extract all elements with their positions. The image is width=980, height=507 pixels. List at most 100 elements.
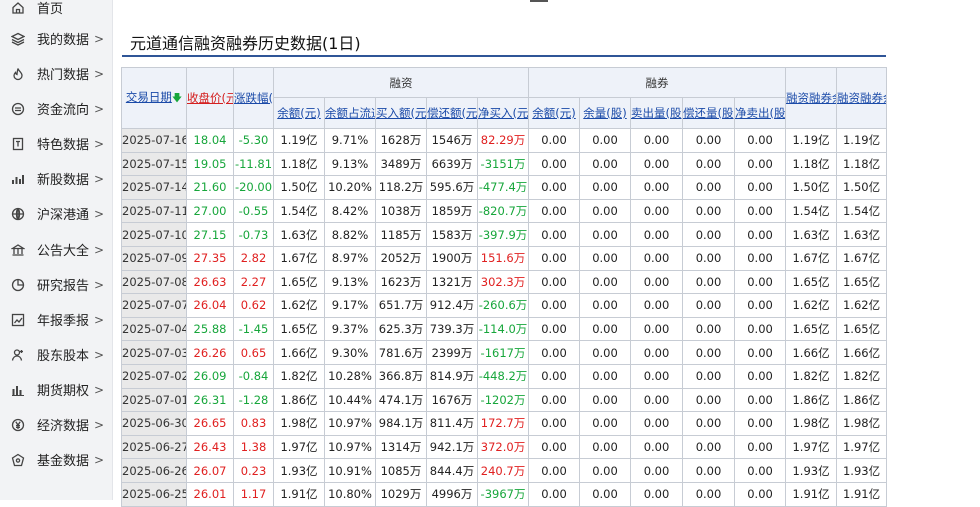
header-rq-net[interactable]: 净卖出(股) bbox=[734, 97, 787, 129]
cell-rz-ratio: 9.13% bbox=[324, 269, 376, 295]
sidebar-item-6[interactable]: 沪深港通 > bbox=[0, 196, 112, 231]
header-rz-repay[interactable]: 偿还额(元) bbox=[426, 97, 478, 129]
chevron-right-icon: > bbox=[94, 312, 105, 327]
cell-change: -1.45 bbox=[233, 316, 274, 342]
chevron-right-icon: > bbox=[94, 171, 105, 186]
sidebar-item-label: 热门数据 bbox=[37, 68, 90, 83]
cell-rz-balance: 1.66亿 bbox=[273, 340, 325, 365]
cell-balance-diff: 1.65亿 bbox=[836, 316, 888, 342]
layers-icon bbox=[11, 32, 25, 46]
header-balance-diff[interactable]: 融资融券余额差值(元) bbox=[836, 67, 888, 129]
sidebar-item-11[interactable]: 期货期权 > bbox=[0, 372, 112, 407]
cell-date: 2025-07-11 bbox=[121, 198, 187, 224]
sidebar-item-label: 特色数据 bbox=[37, 138, 90, 153]
cell-total-balance: 1.65亿 bbox=[785, 316, 838, 342]
cell-rq-repay: 0.00 bbox=[682, 151, 736, 177]
cell-rz-net: -448.2万 bbox=[476, 363, 530, 389]
header-group-securities-lending: 融券 bbox=[528, 67, 787, 98]
yen-icon bbox=[11, 418, 25, 432]
header-group-financing: 融资 bbox=[272, 67, 530, 98]
cell-rz-buy: 2052万 bbox=[375, 245, 427, 271]
cell-rz-net: -260.6万 bbox=[476, 293, 530, 318]
cell-rq-repay: 0.00 bbox=[682, 411, 736, 436]
header-rz-net[interactable]: 净买入(元) bbox=[476, 97, 530, 129]
table-row: 2025-07-08 26.63 2.27 1.65亿 9.13% 1623万 1321万 3… bbox=[121, 269, 888, 295]
cell-rq-net: 0.00 bbox=[734, 387, 787, 413]
cell-change: 0.23 bbox=[233, 458, 274, 483]
cell-rq-balance: 0.00 bbox=[528, 175, 581, 200]
cell-rq-net: 0.00 bbox=[734, 151, 787, 177]
column-chart-icon bbox=[11, 383, 25, 397]
cell-rq-repay: 0.00 bbox=[682, 363, 736, 389]
header-rq-repay[interactable]: 偿还量(股) bbox=[682, 97, 736, 129]
sidebar-item-5[interactable]: 新股数据 > bbox=[0, 161, 112, 196]
header-close[interactable]: 收盘价(元) bbox=[186, 67, 234, 129]
cell-change: 0.65 bbox=[233, 340, 274, 365]
cell-rq-balance: 0.00 bbox=[528, 387, 581, 413]
header-rq-sell[interactable]: 卖出量(股) bbox=[630, 97, 684, 129]
sidebar-item-10[interactable]: 股东股本 > bbox=[0, 337, 112, 372]
table-row: 2025-06-30 26.65 0.83 1.98亿 10.97% 984.1万 811.… bbox=[121, 411, 888, 436]
cell-change: 0.83 bbox=[233, 411, 274, 436]
cell-rz-buy: 625.3万 bbox=[375, 316, 427, 342]
sidebar-item-2[interactable]: 热门数据 > bbox=[0, 56, 112, 91]
cell-close: 26.43 bbox=[186, 434, 234, 460]
sidebar-item-4[interactable]: 特色数据 > bbox=[0, 126, 112, 161]
cell-change: 2.27 bbox=[233, 269, 274, 295]
sidebar-item-12[interactable]: 经济数据 > bbox=[0, 407, 112, 442]
cell-close: 26.07 bbox=[186, 458, 234, 483]
cell-change: -0.73 bbox=[233, 222, 274, 247]
cell-rz-net: 372.0万 bbox=[476, 434, 530, 460]
sidebar-item-label: 沪深港通 bbox=[37, 208, 90, 223]
sidebar-item-13[interactable]: 基金数据 > bbox=[0, 442, 112, 477]
sidebar-item-8[interactable]: 研究报告 > bbox=[0, 267, 112, 302]
cell-rz-ratio: 9.37% bbox=[324, 316, 376, 342]
bars-icon bbox=[11, 172, 25, 186]
cell-rz-buy: 1185万 bbox=[375, 222, 427, 247]
cell-rz-net: -1617万 bbox=[476, 340, 530, 365]
cell-rq-repay: 0.00 bbox=[682, 269, 736, 295]
cell-rq-net: 0.00 bbox=[734, 198, 787, 224]
bank-icon bbox=[11, 243, 25, 257]
cell-rq-balance: 0.00 bbox=[528, 458, 581, 483]
sort-down-icon[interactable]: 🡇 bbox=[172, 93, 182, 104]
header-rq-balance[interactable]: 余额(元) bbox=[528, 97, 581, 129]
cell-rz-net: 302.3万 bbox=[476, 269, 530, 295]
cell-close: 25.88 bbox=[186, 316, 234, 342]
sidebar-item-9[interactable]: 年报季报 > bbox=[0, 302, 112, 337]
header-date[interactable]: 交易日期🡇 bbox=[121, 67, 187, 129]
cell-rz-ratio: 8.97% bbox=[324, 245, 376, 271]
cell-balance-diff: 1.91亿 bbox=[836, 481, 888, 507]
margin-trading-table: 交易日期🡇 收盘价(元) 涨跌幅(%) 融资 融券 融资融券余额(元) 融资融券… bbox=[121, 67, 888, 507]
cell-rq-net: 0.00 bbox=[734, 363, 787, 389]
header-rz-ratio[interactable]: 余额占流通市值比 bbox=[324, 97, 376, 129]
page-title: 元道通信融资融券历史数据(1日) bbox=[130, 34, 361, 53]
header-rz-balance[interactable]: 余额(元) bbox=[273, 97, 325, 129]
sidebar-item-label: 期货期权 bbox=[37, 384, 90, 399]
cell-rz-ratio: 10.28% bbox=[324, 363, 376, 389]
cell-rz-buy: 1623万 bbox=[375, 269, 427, 295]
sidebar-item-3[interactable]: 资金流向 > bbox=[0, 91, 112, 126]
cell-rz-net: 172.7万 bbox=[476, 411, 530, 436]
cell-rz-balance: 1.98亿 bbox=[273, 411, 325, 436]
cell-date: 2025-07-04 bbox=[121, 316, 187, 342]
cell-rq-repay: 0.00 bbox=[682, 387, 736, 413]
cell-rz-balance: 1.93亿 bbox=[273, 458, 325, 483]
cell-rz-net: 82.29万 bbox=[476, 128, 530, 153]
header-change[interactable]: 涨跌幅(%) bbox=[233, 67, 274, 129]
sidebar-item-1[interactable]: 我的数据 > bbox=[0, 21, 112, 56]
header-rq-qty[interactable]: 余量(股) bbox=[579, 97, 632, 129]
header-total-balance[interactable]: 融资融券余额(元) bbox=[785, 67, 838, 129]
cell-rz-ratio: 10.20% bbox=[324, 175, 376, 200]
cell-date: 2025-07-09 bbox=[121, 245, 187, 271]
cell-rz-repay: 1546万 bbox=[426, 128, 478, 153]
cell-total-balance: 1.54亿 bbox=[785, 198, 838, 224]
sidebar-item-7[interactable]: 公告大全 > bbox=[0, 232, 112, 267]
cell-rq-sell: 0.00 bbox=[630, 434, 684, 460]
cell-rz-ratio: 9.71% bbox=[324, 128, 376, 153]
cell-date: 2025-07-10 bbox=[121, 222, 187, 247]
flame-icon bbox=[11, 67, 25, 81]
cell-rq-sell: 0.00 bbox=[630, 128, 684, 153]
cell-rq-repay: 0.00 bbox=[682, 481, 736, 507]
header-rz-buy[interactable]: 买入额(元) bbox=[375, 97, 427, 129]
